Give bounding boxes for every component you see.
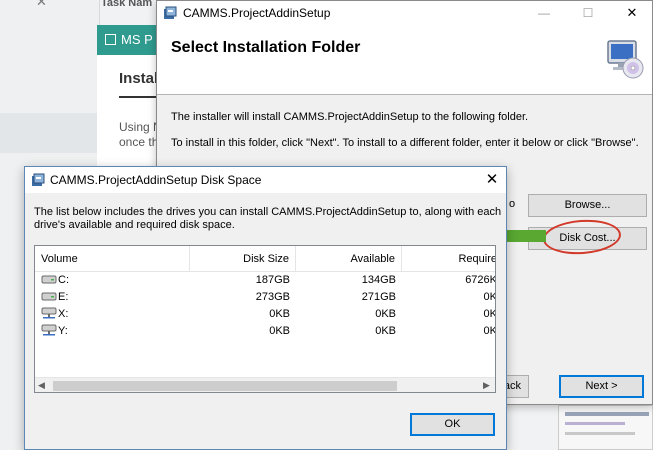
required-cell: 0K (483, 325, 496, 337)
window-icon (105, 34, 116, 45)
drive-list-header: Volume Disk Size Available Require (35, 246, 495, 272)
available-cell: 134GB (361, 274, 396, 286)
column-header-disk-size[interactable]: Disk Size (190, 246, 296, 272)
wizard-header: Select Installation Folder (157, 25, 652, 95)
disk-size-cell: 187GB (255, 274, 290, 286)
wizard-titlebar[interactable]: CAMMS.ProjectAddinSetup — ☐ ✕ (157, 1, 652, 25)
volume-name: E: (58, 291, 69, 303)
installer-icon (164, 6, 177, 19)
thumbnail-line (565, 412, 649, 416)
disk-size-cell: 0KB (269, 308, 290, 320)
close-button[interactable]: ✕ (621, 4, 643, 22)
maximize-button[interactable]: ☐ (577, 4, 599, 22)
dialog-description-line-2: drive's available and required disk spac… (34, 219, 235, 231)
card-title: Instal (119, 70, 159, 87)
table-row[interactable]: E: 273GB 271GB 0K (35, 289, 495, 306)
disk-space-dialog: CAMMS.ProjectAddinSetup Disk Space ✕ The… (24, 166, 507, 450)
local-drive-icon (41, 292, 57, 301)
disk-size-cell: 0KB (269, 325, 290, 337)
table-row[interactable]: X: 0KB 0KB 0K (35, 306, 495, 323)
required-cell: 6726K (465, 274, 496, 286)
scroll-left-icon[interactable]: ◀ (38, 380, 45, 391)
card-text-line-2: once th (119, 135, 159, 149)
thumbnail-line (565, 422, 625, 425)
volume-name: Y: (58, 325, 68, 337)
disk-size-cell: 273GB (255, 291, 290, 303)
volume-name: C: (58, 274, 69, 286)
folder-label-partial: o (509, 198, 516, 210)
column-header-available[interactable]: Available (296, 246, 402, 272)
available-cell: 271GB (361, 291, 396, 303)
close-icon: ✕ (36, 0, 47, 9)
column-header-required[interactable]: Require (402, 246, 495, 272)
volume-cell: E: (35, 289, 190, 306)
browse-button[interactable]: Browse... (528, 194, 647, 217)
install-info-text: The installer will install CAMMS.Project… (171, 111, 529, 123)
volume-cell: Y: (35, 323, 190, 340)
volume-cell: C: (35, 272, 190, 289)
horizontal-scrollbar[interactable]: ◀ ▶ (35, 377, 495, 392)
table-row[interactable]: Y: 0KB 0KB 0K (35, 323, 495, 340)
thumbnail-line (565, 432, 635, 435)
dialog-titlebar[interactable]: CAMMS.ProjectAddinSetup Disk Space ✕ (25, 167, 506, 193)
installer-icon (32, 173, 45, 186)
required-cell: 0K (483, 308, 496, 320)
install-instructions-text: To install in this folder, click "Next".… (171, 137, 639, 149)
ok-button[interactable]: OK (410, 413, 495, 436)
network-drive-icon (41, 324, 57, 336)
drive-list[interactable]: Volume Disk Size Available Require C: 18… (34, 245, 496, 393)
card-header-label: MS P (121, 32, 153, 47)
local-drive-icon (41, 275, 57, 284)
scrollbar-thumb[interactable] (53, 381, 397, 391)
dialog-title: CAMMS.ProjectAddinSetup Disk Space (50, 173, 262, 187)
page-title: Select Installation Folder (171, 39, 361, 56)
background-thumbnail (558, 405, 653, 450)
dialog-close-button[interactable]: ✕ (482, 170, 502, 190)
volume-name: X: (58, 308, 69, 320)
network-drive-icon (41, 307, 57, 319)
required-cell: 0K (483, 291, 496, 303)
column-header-volume[interactable]: Volume (35, 246, 190, 272)
volume-cell: X: (35, 306, 190, 323)
next-button[interactable]: Next > (559, 375, 644, 398)
wizard-title: CAMMS.ProjectAddinSetup (183, 6, 331, 20)
task-name-label: Task Nam (101, 0, 153, 9)
scroll-right-icon[interactable]: ▶ (483, 380, 490, 391)
computer-disc-icon (607, 40, 644, 79)
table-row[interactable]: C: 187GB 134GB 6726K (35, 272, 495, 289)
dialog-description-line-1: The list below includes the drives you c… (34, 206, 502, 218)
available-cell: 0KB (375, 308, 396, 320)
sidebar-selected-band (0, 113, 100, 153)
available-cell: 0KB (375, 325, 396, 337)
minimize-button[interactable]: — (533, 4, 555, 22)
